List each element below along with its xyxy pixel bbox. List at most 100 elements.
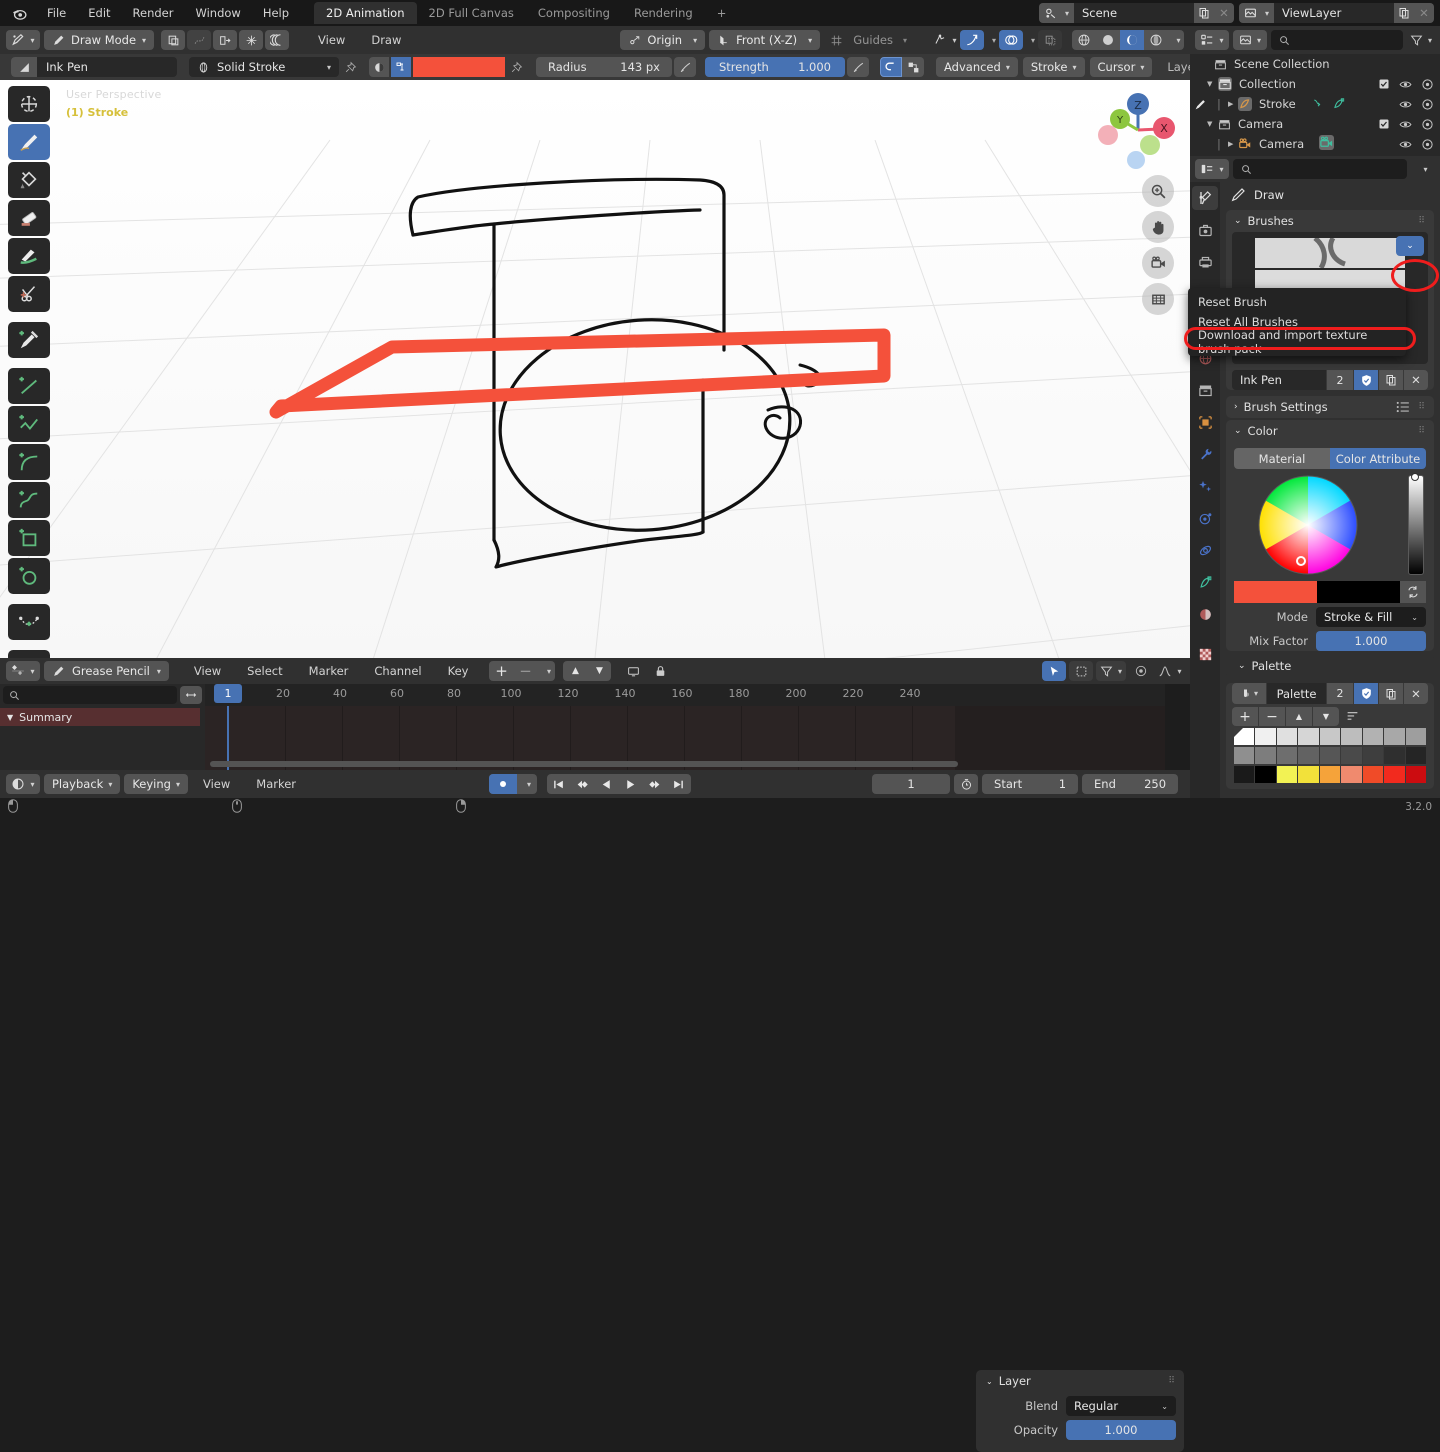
dopesheet-menu-select[interactable]: Select [236, 660, 293, 682]
channel-search-input[interactable] [3, 686, 177, 704]
properties-search-input[interactable] [1233, 159, 1407, 179]
brush-name-value[interactable]: Ink Pen [1232, 370, 1326, 390]
chevron-down-icon[interactable]: ⌄ [1238, 661, 1246, 671]
tool-line[interactable] [8, 368, 50, 404]
menu-help[interactable]: Help [252, 2, 300, 24]
channel-summary-row[interactable]: ▼ Summary [0, 708, 200, 726]
tab-physics[interactable] [1192, 538, 1218, 562]
outliner-row-camera-object[interactable]: | ▶ Camera [1190, 134, 1440, 154]
dopesheet-hscrollbar[interactable] [210, 761, 958, 767]
palette-panel-header[interactable]: ⌄ Palette [1226, 655, 1434, 677]
list-view-icon[interactable] [1396, 401, 1410, 413]
outliner-row-stroke[interactable]: | ▶ Stroke [1190, 94, 1440, 114]
palette-swatch[interactable] [1255, 747, 1276, 764]
palette-swatch[interactable] [1341, 747, 1362, 764]
shading-dropdown-icon[interactable]: ▾ [1168, 30, 1184, 50]
outliner-row-collection[interactable]: ▼ Collection [1190, 74, 1440, 94]
disclosure-down-icon[interactable]: ▼ [1207, 80, 1212, 88]
play-icon[interactable] [619, 774, 643, 794]
checkbox-icon[interactable] [1378, 78, 1390, 90]
tab-texture[interactable] [1192, 642, 1218, 666]
palette-swatch[interactable] [1298, 747, 1319, 764]
menu-file[interactable]: File [36, 2, 77, 24]
tool-cursor[interactable] [8, 86, 50, 122]
palette-swatch[interactable] [1255, 728, 1276, 745]
palette-swatch[interactable] [1341, 766, 1362, 783]
solid-icon[interactable] [1096, 30, 1120, 50]
filter-funnel-icon[interactable]: ▾ [1096, 661, 1126, 681]
ortho-persp-icon[interactable] [1142, 283, 1174, 315]
shield-icon[interactable] [1354, 370, 1378, 390]
dopesheet-menu-key[interactable]: Key [437, 660, 480, 682]
viewport-3d[interactable]: User Perspective (1) Stroke Z Y X [0, 80, 1190, 658]
key-dropdown-icon[interactable]: ▾ [537, 661, 555, 681]
wireframe-icon[interactable] [1072, 30, 1096, 50]
panel-grip-icon[interactable]: ⠿ [1418, 402, 1426, 412]
visibility-icon[interactable]: ▾ [933, 30, 957, 50]
tab-render[interactable] [1192, 218, 1218, 242]
play-reverse-icon[interactable] [595, 774, 619, 794]
move-up-icon[interactable]: ▲ [563, 661, 587, 681]
current-frame-field[interactable]: 1 [872, 774, 951, 794]
viewport-menu-draw[interactable]: Draw [360, 29, 412, 51]
current-frame-indicator[interactable]: 1 [214, 684, 242, 703]
color-mode-selector[interactable]: Stroke & Fill ⌄ [1316, 607, 1426, 627]
dopesheet-menu-view[interactable]: View [183, 660, 232, 682]
plus-icon[interactable]: + [1232, 707, 1258, 726]
move-down-icon[interactable]: ▼ [587, 661, 611, 681]
tool-interpolate[interactable] [8, 604, 50, 640]
workspace-tab-rendering[interactable]: Rendering [622, 2, 705, 24]
add-key-icon[interactable]: + [489, 661, 513, 681]
brushes-context-menu[interactable]: Reset Brush Reset All Brushes Download a… [1188, 288, 1406, 356]
menu-item-download-texture-brush-pack[interactable]: Download and import texture brush pack [1188, 328, 1406, 356]
palette-swatch[interactable] [1319, 728, 1341, 745]
layer-panel-header[interactable]: ⌄ Layer ⠿ [976, 1370, 1184, 1392]
eye-icon[interactable] [1399, 98, 1412, 111]
palette-swatch[interactable] [1384, 728, 1405, 745]
disclosure-right-icon[interactable]: ▶ [1228, 140, 1233, 148]
brush-color-swatch[interactable] [413, 57, 505, 77]
tab-effects[interactable] [1192, 474, 1218, 498]
dopesheet-mode-selector[interactable]: Grease Pencil ▾ [44, 661, 169, 681]
remove-key-icon[interactable]: − [513, 661, 537, 681]
new-scene-icon[interactable] [1193, 3, 1214, 23]
prev-keyframe-icon[interactable] [571, 774, 595, 794]
blend-selector[interactable]: Regular ⌄ [1066, 1396, 1176, 1416]
primary-color-swatch[interactable] [1234, 581, 1317, 603]
gizmo-icon[interactable] [959, 30, 984, 50]
brush-preview-icon[interactable] [11, 57, 37, 77]
outliner-row-camera-collection[interactable]: ▼ Camera [1190, 114, 1440, 134]
brush-users-count[interactable]: 2 [1327, 370, 1353, 390]
expand-horizontal-icon[interactable] [180, 686, 202, 704]
jump-start-icon[interactable] [547, 774, 571, 794]
box-select-icon[interactable] [1069, 661, 1093, 681]
shield-icon[interactable] [1354, 683, 1378, 704]
minus-icon[interactable]: − [1259, 707, 1285, 726]
material-pin-icon[interactable] [391, 57, 411, 77]
menu-window[interactable]: Window [184, 2, 251, 24]
scene-selector[interactable]: ▾ Scene ✕ [1038, 3, 1234, 23]
stabilize-stroke-icon[interactable] [880, 57, 902, 77]
edit-lines-icon[interactable] [187, 30, 212, 50]
rendered-icon[interactable] [1144, 30, 1168, 50]
properties-editor-type-icon[interactable]: ▾ [1195, 159, 1229, 179]
tool-circle[interactable] [8, 558, 50, 594]
tool-box[interactable] [8, 520, 50, 556]
keying-set-selector[interactable]: ▾ [488, 774, 537, 794]
new-viewlayer-icon[interactable] [1394, 3, 1414, 23]
camera-render-icon[interactable] [1421, 118, 1434, 131]
tab-object[interactable] [1192, 410, 1218, 434]
outliner-filter-icon[interactable]: ▾ [1407, 30, 1435, 50]
navigation-gizmo[interactable]: Z Y X [1096, 88, 1180, 172]
playback-popover[interactable]: Playback ▾ [44, 774, 121, 794]
strength-slider[interactable]: Strength 1.000 [705, 57, 845, 77]
chevron-down-icon[interactable]: ⌄ [1234, 216, 1242, 226]
tab-color-attribute[interactable]: Color Attribute [1330, 448, 1426, 469]
proportional-edit-icon[interactable] [1129, 661, 1153, 681]
scene-icon[interactable]: ▾ [1038, 3, 1074, 23]
opacity-slider[interactable]: 1.000 [1066, 1420, 1176, 1440]
palette-swatch[interactable] [1276, 766, 1298, 783]
x-icon[interactable]: ✕ [1404, 683, 1428, 704]
guides-snap-icon[interactable] [824, 30, 848, 50]
secondary-color-swatch[interactable] [1317, 581, 1400, 603]
